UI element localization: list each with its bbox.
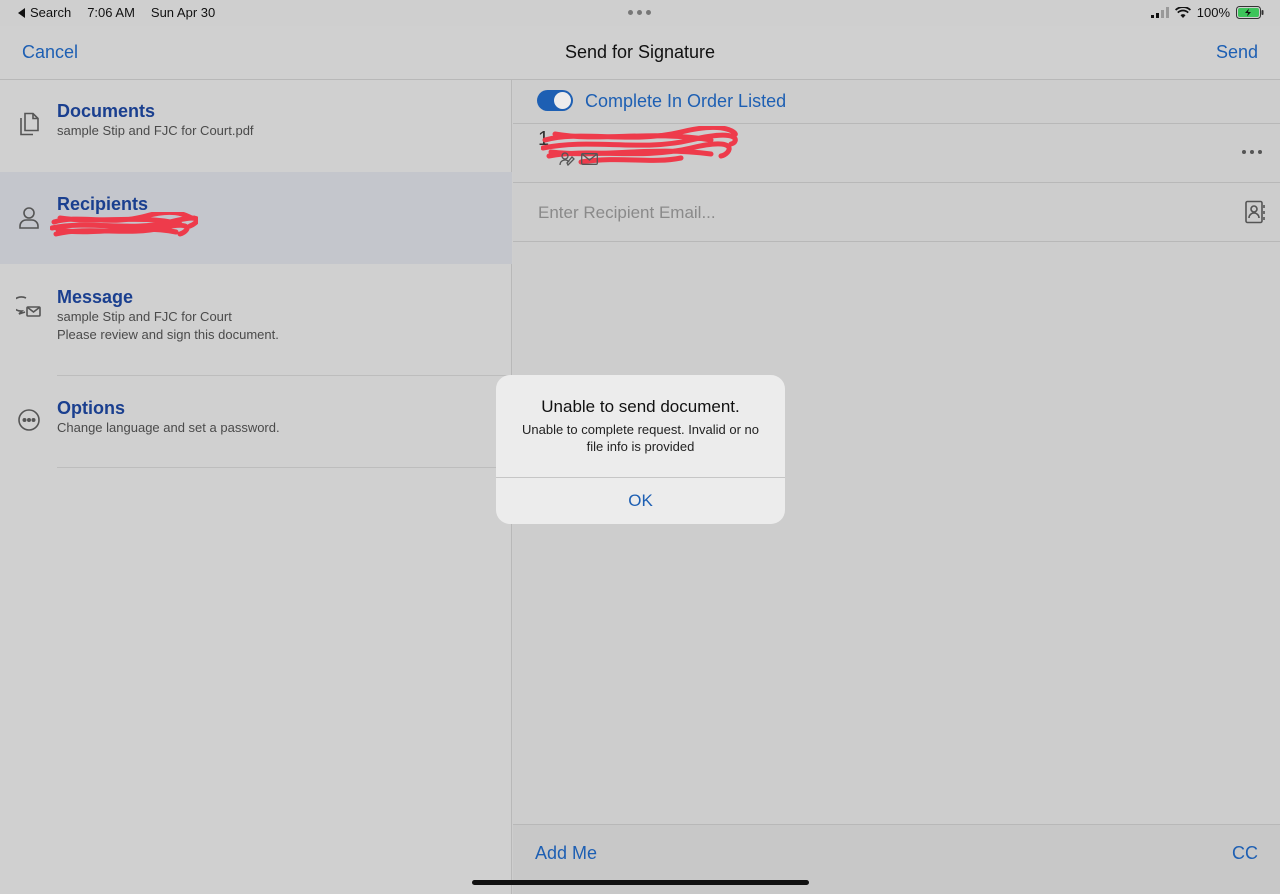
recipient-email-input[interactable]: [538, 199, 1218, 227]
sidebar-item-title: Options: [57, 398, 125, 418]
email-envelope-icon: [581, 153, 598, 165]
add-me-button[interactable]: Add Me: [535, 843, 597, 864]
complete-in-order-toggle[interactable]: [537, 90, 573, 111]
sidebar-item-title: Documents: [57, 101, 156, 121]
recipient-row[interactable]: 1: [513, 124, 1280, 183]
status-left: Search 7:06 AM Sun Apr 30: [18, 5, 215, 20]
redaction-scribble: [50, 212, 198, 237]
complete-in-order-row: Complete In Order Listed: [513, 80, 1280, 124]
sidebar-item-subtitle: sample Stip and FJC for Court.pdf: [57, 123, 254, 138]
contacts-book-icon[interactable]: [1244, 200, 1266, 224]
sidebar-item-documents[interactable]: Documents sample Stip and FJC for Court.…: [0, 80, 512, 172]
sidebar-item-subtitle-2: Please review and sign this document.: [57, 327, 279, 342]
sidebar-item-subtitle: Change language and set a password.: [57, 420, 280, 435]
sidebar-item-message[interactable]: Message sample Stip and FJC for Court Pl…: [0, 264, 512, 376]
sidebar: Documents sample Stip and FJC for Court.…: [0, 80, 512, 894]
alert-title: Unable to send document.: [541, 397, 740, 416]
documents-icon: [16, 111, 42, 137]
sidebar-item-subtitle: sample Stip and FJC for Court: [57, 309, 232, 324]
status-time: 7:06 AM: [87, 5, 135, 20]
status-bar: Search 7:06 AM Sun Apr 30 100%: [0, 0, 1280, 26]
more-circle-icon: [16, 407, 42, 433]
sidebar-item-title: Message: [57, 287, 134, 307]
recipient-type-icons: [559, 152, 598, 166]
recipient-more-icon[interactable]: [1242, 150, 1262, 154]
back-to-search[interactable]: Search: [18, 5, 71, 20]
cc-button[interactable]: CC: [1232, 843, 1258, 864]
battery-percent: 100%: [1196, 5, 1230, 20]
toggle-knob: [554, 92, 571, 109]
message-icon: [16, 294, 42, 320]
sidebar-item-options[interactable]: Options Change language and set a passwo…: [0, 376, 512, 468]
battery-charging-icon: [1236, 6, 1264, 19]
back-triangle-icon: [18, 7, 25, 18]
recipient-email-row: [513, 183, 1280, 242]
person-icon: [16, 205, 42, 231]
wifi-icon: [1174, 6, 1191, 18]
signer-icon: [559, 152, 575, 166]
complete-in-order-label: Complete In Order Listed: [585, 91, 787, 111]
status-date: Sun Apr 30: [150, 5, 216, 20]
send-button[interactable]: Send: [1216, 42, 1258, 63]
alert-ok-button[interactable]: OK: [496, 478, 785, 524]
cellular-signal-icon: [1150, 7, 1169, 18]
error-alert-dialog: Unable to send document. Unable to compl…: [496, 375, 785, 524]
status-right: 100%: [1150, 5, 1264, 20]
page-title: Send for Signature: [564, 42, 716, 62]
divider: [57, 467, 512, 468]
sidebar-item-recipients[interactable]: Recipients: [0, 172, 512, 264]
back-label: Search: [30, 5, 72, 20]
multitasking-dots-icon[interactable]: [628, 10, 651, 15]
alert-message: Unable to complete request. Invalid or n…: [521, 422, 760, 454]
navigation-bar: Cancel Send for Signature Send: [0, 26, 1280, 80]
home-indicator[interactable]: [472, 880, 809, 885]
